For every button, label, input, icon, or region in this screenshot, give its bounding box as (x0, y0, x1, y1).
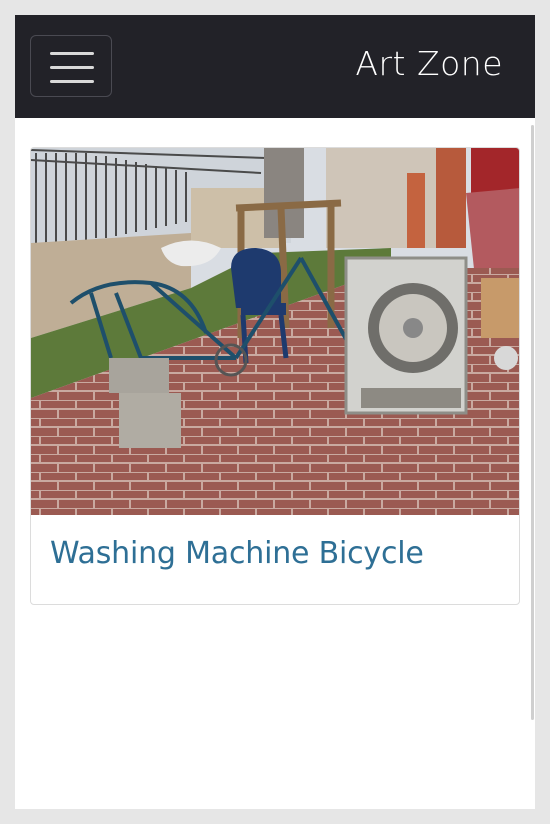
navbar: Art Zone (15, 15, 535, 118)
brand-link[interactable]: Art Zone (355, 42, 503, 86)
menu-toggle-button[interactable] (30, 35, 112, 97)
app-frame: Art Zone Washing Machine Bicycle (15, 15, 535, 809)
page-scrollbar[interactable] (531, 125, 534, 720)
artwork-image[interactable] (31, 148, 520, 515)
artwork-card[interactable]: Washing Machine Bicycle (30, 147, 520, 605)
artwork-title-link[interactable]: Washing Machine Bicycle (50, 536, 424, 571)
